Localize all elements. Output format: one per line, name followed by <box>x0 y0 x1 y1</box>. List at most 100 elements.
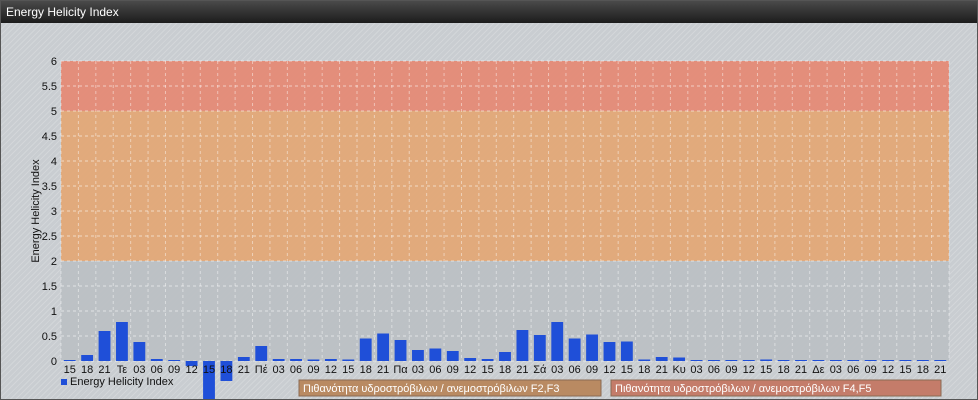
band-label-text: Πιθανότητα υδροστρόβιλων / ανεμοστρόβιλω… <box>615 383 872 395</box>
x-tick-label: Πα <box>393 364 408 376</box>
bar <box>150 359 163 361</box>
window-title: Energy Helicity Index <box>6 5 119 19</box>
y-tick-label: 5.5 <box>42 81 57 93</box>
band-label-text: Πιθανότητα υδροστρόβιλων / ανεμοστρόβιλω… <box>303 383 560 395</box>
bar <box>63 360 76 361</box>
x-tick-label: 21 <box>238 364 250 376</box>
chart-area: 0 0.5 1 1.5 2 2.5 3 3.5 4 4.5 5 5.5 6 Energy Helicity… <box>1 23 977 399</box>
x-tick-label: 03 <box>830 364 842 376</box>
bar <box>116 322 128 361</box>
bar <box>359 338 372 361</box>
x-tick-label: 06 <box>708 364 720 376</box>
y-tick-label: 0 <box>51 356 57 368</box>
x-tick-label: 15 <box>481 364 493 376</box>
x-tick-label: 15 <box>621 364 633 376</box>
x-tick-label: Πέ <box>255 364 268 376</box>
bar <box>516 330 529 361</box>
bar <box>603 342 616 361</box>
bar <box>394 340 407 361</box>
x-tick-label: 12 <box>325 364 337 376</box>
bar <box>882 360 894 361</box>
x-tick-label: 18 <box>638 364 650 376</box>
legend-swatch <box>61 379 67 385</box>
x-tick-label: 18 <box>360 364 372 376</box>
bar <box>237 357 250 361</box>
x-tick-label: Σά <box>533 364 547 376</box>
bar <box>272 359 285 361</box>
y-tick-label: 6 <box>51 56 57 68</box>
x-tick-label: 09 <box>725 364 737 376</box>
x-tick-label: 21 <box>656 364 668 376</box>
bar <box>916 360 929 361</box>
bar <box>307 359 320 361</box>
x-tick-label: 21 <box>98 364 110 376</box>
bar <box>81 355 94 361</box>
bar <box>673 357 686 361</box>
x-tick-label: 03 <box>690 364 702 376</box>
y-tick-label: 4.5 <box>42 131 57 143</box>
x-tick-label: 18 <box>917 364 929 376</box>
bar <box>133 342 146 361</box>
bar <box>412 350 424 361</box>
x-tick-label: 18 <box>81 364 93 376</box>
x-tick-label: 03 <box>551 364 563 376</box>
x-tick-label: 12 <box>185 364 197 376</box>
bar <box>864 360 877 361</box>
bar <box>934 360 947 361</box>
bar <box>481 359 494 361</box>
bar <box>777 360 790 361</box>
bar <box>795 360 807 361</box>
legend-label: Energy Helicity Index <box>70 376 174 388</box>
x-tick-label: 15 <box>342 364 354 376</box>
bar <box>377 333 390 361</box>
x-tick-label: 06 <box>847 364 859 376</box>
bar <box>446 351 459 361</box>
bar <box>847 360 860 361</box>
x-tick-label: 09 <box>168 364 180 376</box>
x-tick-label: 18 <box>777 364 789 376</box>
energy-helicity-chart: 0 0.5 1 1.5 2 2.5 3 3.5 4 4.5 5 5.5 6 Energy Helicity… <box>30 56 950 399</box>
x-tick-label: 03 <box>412 364 424 376</box>
x-tick-label: 18 <box>220 364 232 376</box>
bar <box>725 360 738 361</box>
bar <box>290 359 302 361</box>
window-titlebar: Energy Helicity Index <box>1 1 977 23</box>
x-tick-label: 12 <box>743 364 755 376</box>
x-tick-label: 21 <box>377 364 389 376</box>
bar <box>760 359 773 361</box>
y-tick-label: 0.5 <box>42 331 57 343</box>
x-tick-label: 21 <box>934 364 946 376</box>
x-tick-label: 06 <box>290 364 302 376</box>
bar <box>168 360 181 361</box>
y-tick-label: 4 <box>51 156 57 168</box>
y-tick-label: 3 <box>51 206 57 218</box>
x-tick-label: Δε <box>812 364 824 376</box>
x-tick-label: 15 <box>203 364 215 376</box>
x-tick-label: 09 <box>586 364 598 376</box>
bar <box>255 346 268 361</box>
x-tick-label: 09 <box>447 364 459 376</box>
x-tick-label: 15 <box>899 364 911 376</box>
bar <box>638 359 651 361</box>
y-tick-label: 1.5 <box>42 281 57 293</box>
bar <box>829 360 842 361</box>
bar <box>499 352 511 361</box>
bar <box>899 360 912 361</box>
x-tick-label: 06 <box>429 364 441 376</box>
x-tick-label: 15 <box>760 364 772 376</box>
bar <box>812 360 825 361</box>
bar <box>324 359 337 361</box>
y-tick-label: 3.5 <box>42 181 57 193</box>
bar <box>620 341 633 361</box>
bar <box>464 358 477 361</box>
bar <box>690 360 703 361</box>
x-tick-label: 12 <box>603 364 615 376</box>
x-tick-label: 12 <box>882 364 894 376</box>
bar <box>742 360 755 361</box>
x-tick-label: 09 <box>865 364 877 376</box>
bar <box>98 331 111 361</box>
x-tick-label: 21 <box>795 364 807 376</box>
x-tick-label: 03 <box>133 364 145 376</box>
chart-widget: Energy Helicity Index 0 0.5 1 1.5 2 2.5 3 3.5 4 4… <box>0 0 978 400</box>
bar <box>429 348 442 361</box>
